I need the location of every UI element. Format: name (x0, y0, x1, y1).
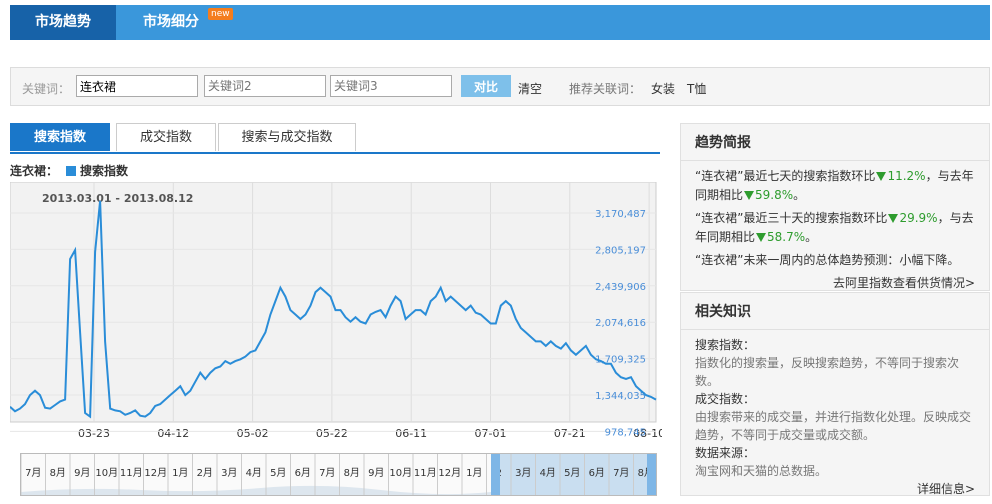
keyword-search-bar: 关键词： 对比 清空 推荐关联词： 女装 T恤 (10, 67, 990, 106)
x-tick-label: 05-22 (316, 427, 348, 440)
supply-link[interactable]: 去阿里指数查看供货情况> (695, 274, 975, 293)
trend-7day: “连衣裙”最近七天的搜索指数环比 11.2%，与去年同期相比 59.8%。 (695, 169, 974, 202)
down-arrow-icon (888, 214, 899, 223)
timeline-month-label: 7月 (25, 467, 41, 479)
timeline-month-label: 7月 (319, 467, 335, 479)
timeline-month-label: 12月 (144, 467, 167, 479)
top-nav: 市场趋势 市场细分 new (10, 5, 990, 40)
timeline-month-label: 5月 (270, 467, 286, 479)
x-tick-label: 07-01 (475, 427, 507, 440)
legend-keyword: 连衣裙： (10, 164, 59, 178)
keyword2-input[interactable] (204, 75, 326, 97)
related-keyword[interactable]: 女装 (651, 80, 675, 97)
details-link[interactable]: 详细信息> (695, 480, 975, 498)
timeline-handle-right (647, 454, 656, 495)
timeline-scrubber[interactable]: 7月 8月 9月 10月 11月 12月 1月 2月 3月 4月 5月 6月 7月 8月 9月 10月 11月 1… (20, 453, 657, 496)
legend-series: 搜索指数 (80, 164, 129, 178)
related-knowledge-panel: 相关知识 搜索指数： 指数化的搜索量，反映搜索趋势，不等同于搜索次数。 成交指数… (680, 292, 990, 496)
keyword1-input[interactable] (76, 75, 198, 97)
knowledge-desc: 淘宝网和天猫的总数据。 (695, 464, 828, 478)
down-arrow-icon (876, 172, 887, 181)
timeline-month-label: 11月 (120, 467, 143, 479)
compare-button[interactable]: 对比 (461, 75, 511, 97)
timeline-month-label: 12月 (438, 467, 461, 479)
timeline-month-label: 5月 (564, 467, 580, 479)
y-tick-label: 2,805,197 (595, 245, 646, 256)
related-label: 推荐关联词： (569, 82, 642, 96)
y-tick-label: 1,709,325 (595, 355, 646, 366)
y-tick-label: 2,074,616 (595, 318, 646, 329)
x-tick-label: 04-12 (157, 427, 189, 440)
timeline-month-label: 6月 (589, 467, 605, 479)
x-tick-label: 05-02 (237, 427, 269, 440)
timeline-month-label: 9月 (74, 467, 90, 479)
x-tick-label: 07-21 (554, 427, 586, 440)
knowledge-term: 成交指数： (695, 392, 756, 406)
timeline-month-label: 1月 (466, 467, 482, 479)
down-arrow-icon (744, 191, 755, 200)
tab-deal-index[interactable]: 成交指数 (116, 123, 216, 151)
knowledge-term: 搜索指数： (695, 338, 756, 352)
keyword-label: 关键词： (22, 82, 71, 96)
y-tick-label: 2,439,906 (595, 282, 646, 293)
chart-legend: 连衣裙： 搜索指数 (10, 162, 128, 179)
trend-forecast: “连衣裙”未来一周内的总体趋势预测：小幅下降。 (695, 253, 960, 267)
x-tick-label: 06-11 (395, 427, 427, 440)
tab-search-and-deal-index[interactable]: 搜索与成交指数 (218, 123, 356, 151)
keyword3-input[interactable] (330, 75, 452, 97)
y-tick-label: 978,745 (605, 427, 646, 438)
timeline-sparkline (21, 485, 491, 495)
timeline-month-label: 3月 (515, 467, 531, 479)
search-index-chart: 03-23 04-12 05-02 05-22 06-11 07-01 07-21 08-10… (10, 182, 662, 440)
timeline-month-label: 10月 (95, 467, 118, 479)
related-knowledge-title: 相关知识 (681, 293, 989, 330)
timeline-month-label: 9月 (368, 467, 384, 479)
legend-swatch (66, 166, 77, 176)
timeline-month-label: 4月 (540, 467, 556, 479)
timeline-month-label: 1月 (172, 467, 188, 479)
timeline-month-label: 6月 (295, 467, 311, 479)
tab-search-index[interactable]: 搜索指数 (10, 123, 110, 151)
tab-market-trend[interactable]: 市场趋势 (10, 5, 116, 40)
timeline-month-label: 2月 (197, 467, 213, 479)
trend-summary-panel: 趋势简报 “连衣裙”最近七天的搜索指数环比 11.2%，与去年同期相比 59.8%。… (680, 123, 990, 291)
y-tick-label: 3,170,487 (595, 209, 646, 220)
timeline-month-label: 11月 (414, 467, 437, 479)
timeline-month-label: 10月 (389, 467, 412, 479)
trend-30day: “连衣裙”最近三十天的搜索指数环比 29.9%，与去年同期相比 58.7%。 (695, 211, 974, 244)
down-arrow-icon (756, 233, 767, 242)
timeline-month-label: 3月 (221, 467, 237, 479)
timeline-month-label: 7月 (613, 467, 629, 479)
knowledge-desc: 指数化的搜索量，反映搜索趋势，不等同于搜索次数。 (695, 356, 960, 388)
clear-button[interactable]: 清空 (518, 80, 542, 97)
timeline-month-label: 4月 (246, 467, 262, 479)
timeline-month-label: 8月 (50, 467, 66, 479)
x-tick-label: 03-23 (78, 427, 110, 440)
date-range-label: 2013.03.01 - 2013.08.12 (42, 192, 193, 205)
chart-tabs: 搜索指数 成交指数 搜索与成交指数 (10, 123, 660, 154)
new-badge: new (208, 8, 233, 20)
timeline-handle-left (491, 454, 500, 495)
knowledge-desc: 由搜索带来的成交量，并进行指数化处理。反映成交趋势，不等同于成交量或成交额。 (695, 410, 972, 442)
trend-summary-title: 趋势简报 (681, 124, 989, 161)
y-tick-label: 1,344,035 (595, 391, 646, 402)
knowledge-term: 数据来源： (695, 446, 756, 460)
related-keyword[interactable]: T恤 (687, 80, 706, 97)
timeline-month-label: 8月 (344, 467, 360, 479)
